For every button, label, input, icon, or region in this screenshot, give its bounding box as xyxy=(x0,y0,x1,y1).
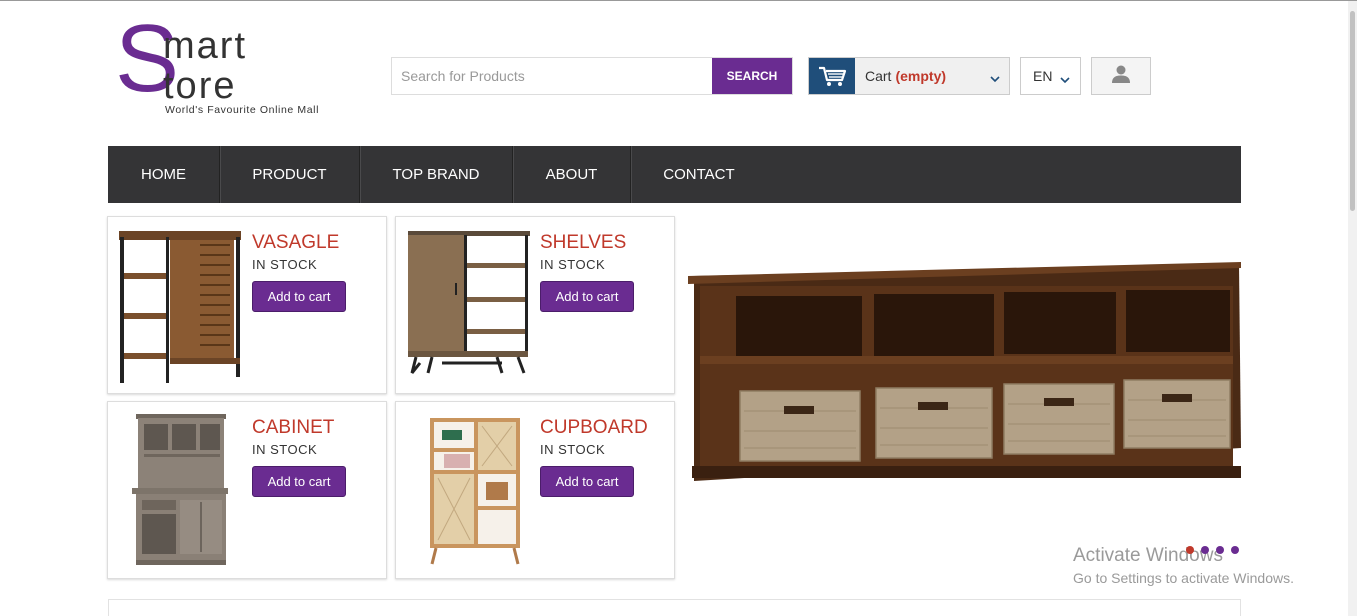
chevron-down-icon xyxy=(990,70,1000,88)
language-selector[interactable]: EN xyxy=(1020,57,1081,95)
product-image-shelves[interactable] xyxy=(402,223,534,387)
chevron-down-icon xyxy=(1060,71,1070,89)
product-name[interactable]: VASAGLE xyxy=(252,232,339,254)
cart-status: (empty) xyxy=(895,68,947,84)
user-icon xyxy=(1111,64,1131,89)
stock-status: IN STOCK xyxy=(540,442,606,457)
stock-status: IN STOCK xyxy=(252,442,318,457)
site-logo[interactable]: S mart tore World's Favourite Online Mal… xyxy=(115,11,335,120)
activate-windows-watermark: Activate Windows Go to Settings to activ… xyxy=(1073,545,1294,586)
language-code: EN xyxy=(1033,68,1053,84)
logo-word-mart: mart xyxy=(163,25,247,67)
user-account-button[interactable] xyxy=(1091,57,1151,95)
nav-item-about[interactable]: ABOUT xyxy=(513,146,631,203)
slider-dot[interactable] xyxy=(1186,546,1194,554)
logo-tagline: World's Favourite Online Mall xyxy=(165,104,320,116)
product-name[interactable]: CABINET xyxy=(252,417,334,439)
page-scrollbar[interactable] xyxy=(1348,1,1357,616)
product-card-cabinet: CABINET IN STOCK Add to cart xyxy=(107,401,387,579)
search-button[interactable]: SEARCH xyxy=(712,58,792,94)
product-name[interactable]: SHELVES xyxy=(540,232,626,254)
cart-summary: Cart (empty) xyxy=(865,68,946,84)
slider-pagination xyxy=(1186,546,1239,554)
watermark-title: Activate Windows xyxy=(1073,545,1223,566)
stock-status: IN STOCK xyxy=(540,257,606,272)
scrollbar-thumb[interactable] xyxy=(1350,11,1355,211)
product-card-vasagle: VASAGLE IN STOCK Add to cart xyxy=(107,216,387,394)
product-card-cupboard: CUPBOARD IN STOCK Add to cart xyxy=(395,401,675,579)
content-panel xyxy=(108,599,1241,616)
slider-dot[interactable] xyxy=(1231,546,1239,554)
nav-item-top-brand[interactable]: TOP BRAND xyxy=(360,146,513,203)
product-image-vasagle[interactable] xyxy=(114,223,246,387)
logo-word-tore: tore xyxy=(163,65,237,107)
main-navigation: HOME PRODUCT TOP BRAND ABOUT CONTACT xyxy=(108,146,1241,203)
watermark-subtitle: Go to Settings to activate Windows. xyxy=(1073,570,1294,586)
search-bar: SEARCH xyxy=(391,57,793,95)
slider-dot[interactable] xyxy=(1216,546,1224,554)
product-card-shelves: SHELVES IN STOCK Add to cart xyxy=(395,216,675,394)
add-to-cart-button[interactable]: Add to cart xyxy=(252,281,346,312)
cart-icon xyxy=(809,58,855,94)
product-image-cupboard[interactable] xyxy=(402,408,534,572)
nav-item-product[interactable]: PRODUCT xyxy=(220,146,360,203)
search-input[interactable] xyxy=(392,58,712,94)
nav-item-contact[interactable]: CONTACT xyxy=(631,146,767,203)
cart-label: Cart xyxy=(865,68,892,84)
hero-slider-image[interactable] xyxy=(684,216,1241,576)
cart-dropdown[interactable]: Cart (empty) xyxy=(808,57,1010,95)
product-image-cabinet[interactable] xyxy=(114,408,246,572)
nav-item-home[interactable]: HOME xyxy=(108,146,220,203)
stock-status: IN STOCK xyxy=(252,257,318,272)
add-to-cart-button[interactable]: Add to cart xyxy=(540,281,634,312)
product-name[interactable]: CUPBOARD xyxy=(540,417,648,439)
add-to-cart-button[interactable]: Add to cart xyxy=(540,466,634,497)
add-to-cart-button[interactable]: Add to cart xyxy=(252,466,346,497)
slider-dot[interactable] xyxy=(1201,546,1209,554)
